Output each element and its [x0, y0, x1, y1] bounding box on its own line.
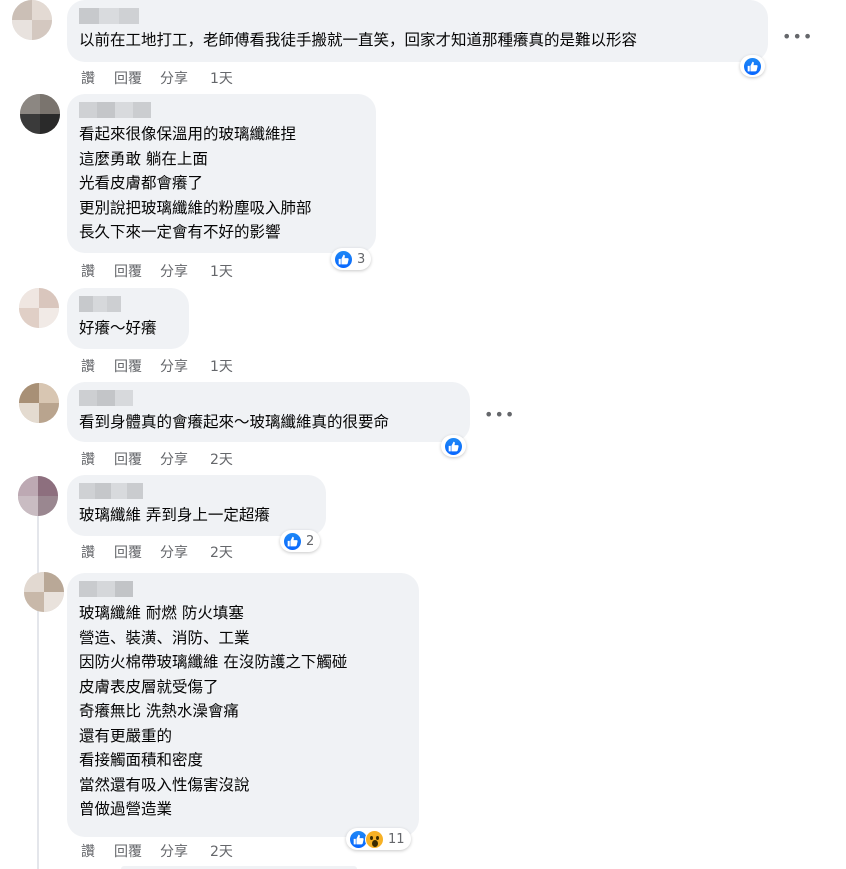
- reply-button[interactable]: 回覆: [114, 449, 142, 469]
- avatar[interactable]: [24, 572, 64, 612]
- more-options-icon[interactable]: •••: [484, 407, 515, 423]
- timestamp[interactable]: 1天: [210, 261, 233, 281]
- timestamp[interactable]: 2天: [210, 542, 233, 562]
- reply-thread-line: [37, 500, 39, 869]
- comment-bubble: 看起來很像保溫用的玻璃纖維捏 這麼勇敢 躺在上面 光看皮膚都會癢了 更別說把玻璃…: [67, 94, 376, 253]
- comment-actions: 讚 回覆 分享 2天: [81, 542, 233, 562]
- timestamp[interactable]: 2天: [210, 841, 233, 861]
- like-button[interactable]: 讚: [81, 261, 95, 281]
- comment-text: 皮膚表皮層就受傷了: [79, 677, 219, 696]
- comment-actions: 讚 回覆 分享 1天: [81, 261, 233, 281]
- comment-text: 營造、裝潢、消防、工業: [79, 628, 250, 647]
- comment-text: 奇癢無比 洗熱水澡會痛: [79, 702, 239, 720]
- comment-text: 長久下來一定會有不好的影響: [79, 223, 281, 241]
- comment-text: 好癢～好癢: [79, 319, 157, 337]
- comment-actions: 讚 回覆 分享 2天: [81, 841, 233, 861]
- commenter-name-blurred[interactable]: [79, 8, 756, 24]
- commenter-name-blurred[interactable]: [79, 296, 177, 312]
- comment-text: 還有更嚴重的: [79, 726, 173, 745]
- comment-text: 當然還有吸入性傷害沒說: [79, 775, 250, 794]
- comment-bubble: 玻璃纖維 耐燃 防火填塞 營造、裝潢、消防、工業 因防火棉帶玻璃纖維 在沒防護之…: [67, 573, 419, 837]
- reaction-count: 3: [357, 251, 366, 267]
- share-button[interactable]: 分享: [160, 261, 188, 281]
- reply-button[interactable]: 回覆: [114, 542, 142, 562]
- comment-text: 玻璃纖維 耐燃 防火填塞: [79, 604, 244, 622]
- comment-bubble: 看到身體真的會癢起來～玻璃纖維真的很要命: [67, 382, 470, 442]
- comment-text: 更別說把玻璃纖維的粉塵吸入肺部: [79, 198, 312, 217]
- comment-text: 看接觸面積和密度: [79, 751, 204, 769]
- share-button[interactable]: 分享: [160, 356, 188, 376]
- timestamp[interactable]: 1天: [210, 356, 233, 376]
- reply-button[interactable]: 回覆: [114, 261, 142, 281]
- avatar[interactable]: [19, 288, 59, 328]
- reaction-count: 11: [388, 831, 405, 847]
- timestamp[interactable]: 2天: [210, 449, 233, 469]
- reaction-summary[interactable]: 11: [346, 828, 411, 850]
- reaction-summary[interactable]: [441, 435, 466, 457]
- comment-text: 這麼勇敢 躺在上面: [79, 149, 208, 168]
- comment-bubble: 玻璃纖維 弄到身上一定超癢: [67, 475, 326, 536]
- reaction-summary[interactable]: [740, 55, 765, 77]
- share-button[interactable]: 分享: [160, 542, 188, 562]
- avatar[interactable]: [12, 0, 52, 40]
- timestamp[interactable]: 1天: [210, 68, 233, 88]
- comment-actions: 讚 回覆 分享 1天: [81, 68, 233, 88]
- like-button[interactable]: 讚: [81, 356, 95, 376]
- reply-button[interactable]: 回覆: [114, 841, 142, 861]
- reply-button[interactable]: 回覆: [114, 68, 142, 88]
- avatar[interactable]: [19, 383, 59, 423]
- reply-button[interactable]: 回覆: [114, 356, 142, 376]
- commenter-name-blurred[interactable]: [79, 483, 314, 499]
- wow-reaction-icon: [365, 829, 384, 849]
- share-button[interactable]: 分享: [160, 449, 188, 469]
- comment-text: 因防火棉帶玻璃纖維 在沒防護之下觸碰: [79, 653, 348, 671]
- comment-bubble: 好癢～好癢: [67, 288, 189, 349]
- like-reaction-icon: [444, 436, 463, 456]
- share-button[interactable]: 分享: [160, 68, 188, 88]
- comment-text: 光看皮膚都會癢了: [79, 174, 204, 192]
- comment-text: 看到身體真的會癢起來～玻璃纖維真的很要命: [79, 413, 390, 431]
- avatar[interactable]: [18, 476, 58, 516]
- like-button[interactable]: 讚: [81, 542, 95, 562]
- comment-actions: 讚 回覆 分享 2天: [81, 449, 233, 469]
- commenter-name-blurred[interactable]: [79, 102, 364, 118]
- like-reaction-icon: [283, 531, 302, 551]
- avatar[interactable]: [20, 94, 60, 134]
- like-button[interactable]: 讚: [81, 68, 95, 88]
- reaction-count: 2: [306, 533, 315, 549]
- reaction-summary[interactable]: 2: [280, 530, 321, 552]
- like-button[interactable]: 讚: [81, 841, 95, 861]
- comment-text: 以前在工地打工，老師傅看我徒手搬就一直笑，回家才知道那種癢真的是難以形容: [79, 31, 638, 49]
- reaction-summary[interactable]: 3: [331, 248, 372, 270]
- commenter-name-blurred[interactable]: [79, 581, 407, 597]
- comment-text: 曾做過營造業: [79, 800, 173, 818]
- comment-text: 看起來很像保溫用的玻璃纖維捏: [79, 125, 297, 143]
- comment-bubble: 以前在工地打工，老師傅看我徒手搬就一直笑，回家才知道那種癢真的是難以形容: [67, 0, 768, 62]
- like-button[interactable]: 讚: [81, 449, 95, 469]
- share-button[interactable]: 分享: [160, 841, 188, 861]
- comment-actions: 讚 回覆 分享 1天: [81, 356, 233, 376]
- like-reaction-icon: [334, 249, 353, 269]
- like-reaction-icon: [743, 56, 762, 76]
- more-options-icon[interactable]: •••: [782, 29, 813, 45]
- comment-text: 玻璃纖維 弄到身上一定超癢: [79, 506, 270, 524]
- commenter-name-blurred[interactable]: [79, 390, 458, 406]
